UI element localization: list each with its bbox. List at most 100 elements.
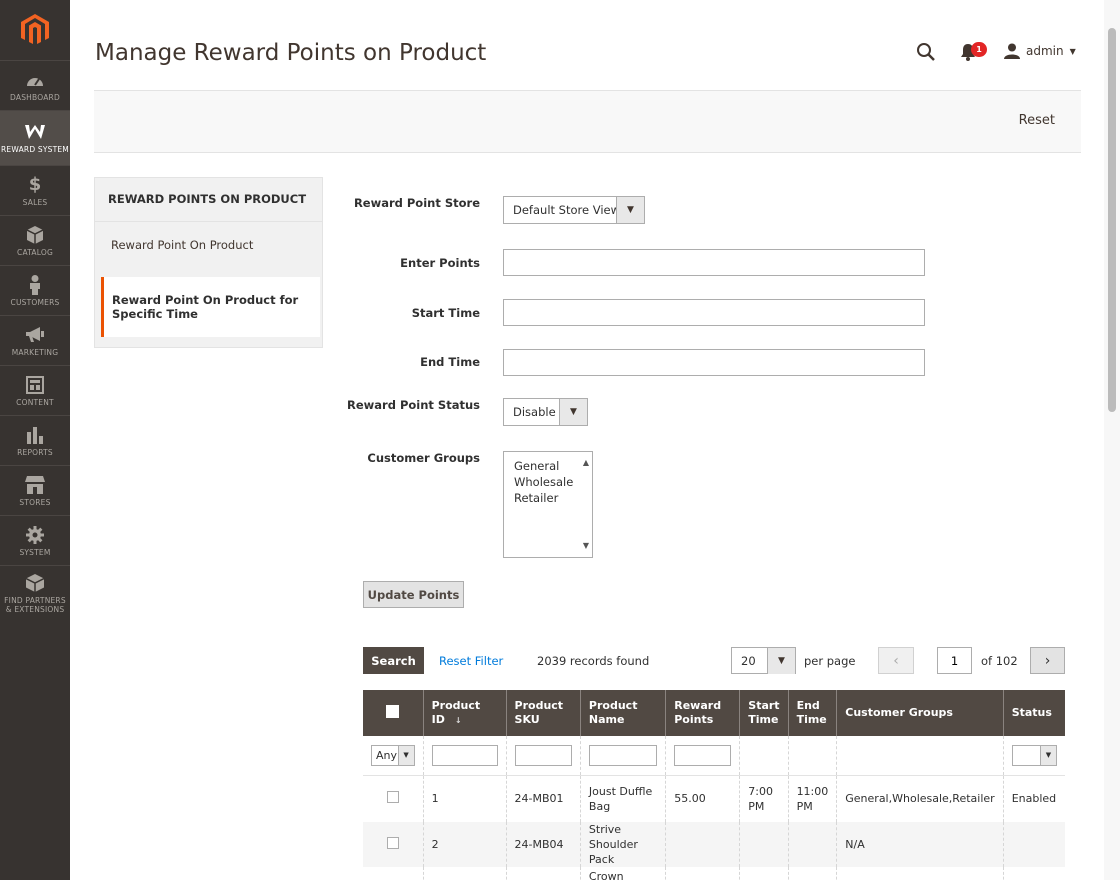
nav-system[interactable]: SYSTEM <box>0 515 70 565</box>
grid-search-button[interactable]: Search <box>363 647 424 674</box>
filter-any-cell: Any ▼ <box>363 736 424 776</box>
catalog-box-icon <box>27 225 43 245</box>
customer-groups-label: Customer Groups <box>367 451 480 465</box>
col-start-time[interactable]: Start Time <box>739 690 789 736</box>
nav-dashboard[interactable]: DASHBOARD <box>0 60 70 110</box>
nav-partners[interactable]: FIND PARTNERS & EXTENSIONS <box>0 565 70 620</box>
reset-button[interactable]: Reset <box>1019 113 1055 128</box>
nav-catalog[interactable]: CATALOG <box>0 215 70 265</box>
cell-status: Enabled <box>1003 775 1065 822</box>
update-points-button[interactable]: Update Points <box>363 581 464 608</box>
table-row: Crown Summit <box>363 867 1065 880</box>
filter-name-input[interactable] <box>588 744 658 766</box>
nav-reward-system[interactable]: REWARD SYSTEM <box>0 110 70 165</box>
cell-name: Crown Summit <box>580 867 667 880</box>
chevron-right-icon: › <box>1044 652 1051 669</box>
cell-start: 7:00 PM <box>739 775 789 822</box>
nav-stores[interactable]: STORES <box>0 465 70 515</box>
col-product-sku[interactable]: Product SKU <box>506 690 581 736</box>
prev-page-button[interactable]: ‹ <box>878 647 914 674</box>
status-label: Reward Point Status <box>347 398 480 412</box>
next-page-button[interactable]: › <box>1030 647 1065 674</box>
cell-sku: 24-MB01 <box>506 775 581 822</box>
nav-marketing[interactable]: MARKETING <box>0 315 70 365</box>
table-row: 2 24-MB04 Strive Shoulder Pack N/A <box>363 822 1065 867</box>
points-label: Enter Points <box>400 256 480 270</box>
search-icon[interactable] <box>916 42 936 62</box>
dropdown-arrow-icon: ▼ <box>767 648 795 674</box>
scroll-down-icon[interactable]: ▼ <box>583 538 589 554</box>
cell-id: 2 <box>423 822 507 867</box>
filter-sku-input[interactable] <box>514 744 572 766</box>
tab-reward-point-on-product[interactable]: Reward Point On Product <box>101 238 320 252</box>
status-select[interactable]: Disable ▼ <box>503 398 588 426</box>
records-found: 2039 records found <box>537 654 650 668</box>
filter-status-select[interactable]: ▼ <box>1011 744 1057 766</box>
col-end-time[interactable]: End Time <box>788 690 838 736</box>
grid-header-row: Product ID ↓ Product SKU Product Name Rew… <box>363 690 1065 736</box>
filter-any-select[interactable]: Any ▼ <box>371 744 415 766</box>
cell-points <box>665 822 741 867</box>
total-pages: of 102 <box>981 654 1018 668</box>
notification-count-badge[interactable]: 1 <box>971 42 987 57</box>
filter-points-input[interactable] <box>674 744 732 766</box>
user-icon <box>1004 43 1020 59</box>
page-number-input[interactable] <box>937 647 972 674</box>
cell-sku <box>506 867 581 880</box>
megaphone-icon <box>25 325 45 345</box>
scroll-up-icon[interactable]: ▲ <box>583 455 589 471</box>
customer-groups-multiselect[interactable]: General Wholesale Retailer ▲ ▼ <box>503 451 593 558</box>
col-product-name[interactable]: Product Name <box>580 690 667 736</box>
cell-points <box>665 867 741 880</box>
reset-filter-link[interactable]: Reset Filter <box>439 654 503 668</box>
nav-reports[interactable]: REPORTS <box>0 415 70 465</box>
dashboard-icon <box>25 70 45 90</box>
select-all-checkbox[interactable] <box>386 704 400 718</box>
filter-id-input[interactable] <box>431 744 498 766</box>
magento-logo-icon[interactable] <box>0 0 70 60</box>
cell-start <box>739 867 789 880</box>
group-option[interactable]: Wholesale <box>514 474 582 490</box>
end-time-input[interactable] <box>503 349 925 376</box>
cell-groups: General,Wholesale,Retailer <box>836 775 1004 822</box>
store-label: Reward Point Store <box>353 196 480 210</box>
filter-sku-cell <box>506 736 581 776</box>
content-icon <box>26 375 44 395</box>
customers-icon <box>29 274 41 295</box>
reward-tabs-panel: REWARD POINTS ON PRODUCT Reward Point On… <box>94 177 323 348</box>
nav-sales[interactable]: $ SALES <box>0 165 70 215</box>
dropdown-arrow-icon: ▼ <box>616 197 644 223</box>
group-option[interactable]: General <box>514 458 582 474</box>
cell-start <box>739 822 789 867</box>
row-checkbox[interactable] <box>386 836 399 849</box>
nav-content[interactable]: CONTENT <box>0 365 70 415</box>
start-time-input[interactable] <box>503 299 925 326</box>
user-menu[interactable]: admin ▼ <box>1004 43 1076 59</box>
gear-icon <box>26 525 44 545</box>
row-checkbox[interactable] <box>386 790 399 803</box>
status-select-value: Disable <box>513 405 556 419</box>
start-time-label: Start Time <box>411 306 480 320</box>
scrollbar-thumb[interactable] <box>1108 28 1116 412</box>
col-reward-points[interactable]: Reward Points <box>665 690 741 736</box>
tab-reward-point-specific-time[interactable]: Reward Point On Product for Specific Tim… <box>101 277 320 337</box>
col-status[interactable]: Status <box>1003 690 1065 736</box>
cell-end: 11:00 PM <box>788 775 838 822</box>
filter-empty-cell <box>836 736 1004 776</box>
col-customer-groups[interactable]: Customer Groups <box>836 690 1004 736</box>
cell-points: 55.00 <box>665 775 741 822</box>
dropdown-arrow-icon: ▼ <box>397 745 414 765</box>
cell-id <box>423 867 507 880</box>
dollar-icon: $ <box>28 174 42 195</box>
group-option[interactable]: Retailer <box>514 490 582 506</box>
points-input[interactable] <box>503 249 925 276</box>
select-all-header[interactable] <box>363 690 424 736</box>
per-page-label: per page <box>804 654 856 668</box>
per-page-select[interactable]: 20 ▼ <box>731 647 796 674</box>
nav-customers[interactable]: CUSTOMERS <box>0 265 70 315</box>
sort-arrow-icon: ↓ <box>454 715 462 725</box>
page-scrollbar[interactable] <box>1104 0 1120 880</box>
row-checkbox-cell <box>363 867 424 880</box>
store-select[interactable]: Default Store View ▼ <box>503 196 645 224</box>
col-product-id[interactable]: Product ID ↓ <box>423 690 507 736</box>
